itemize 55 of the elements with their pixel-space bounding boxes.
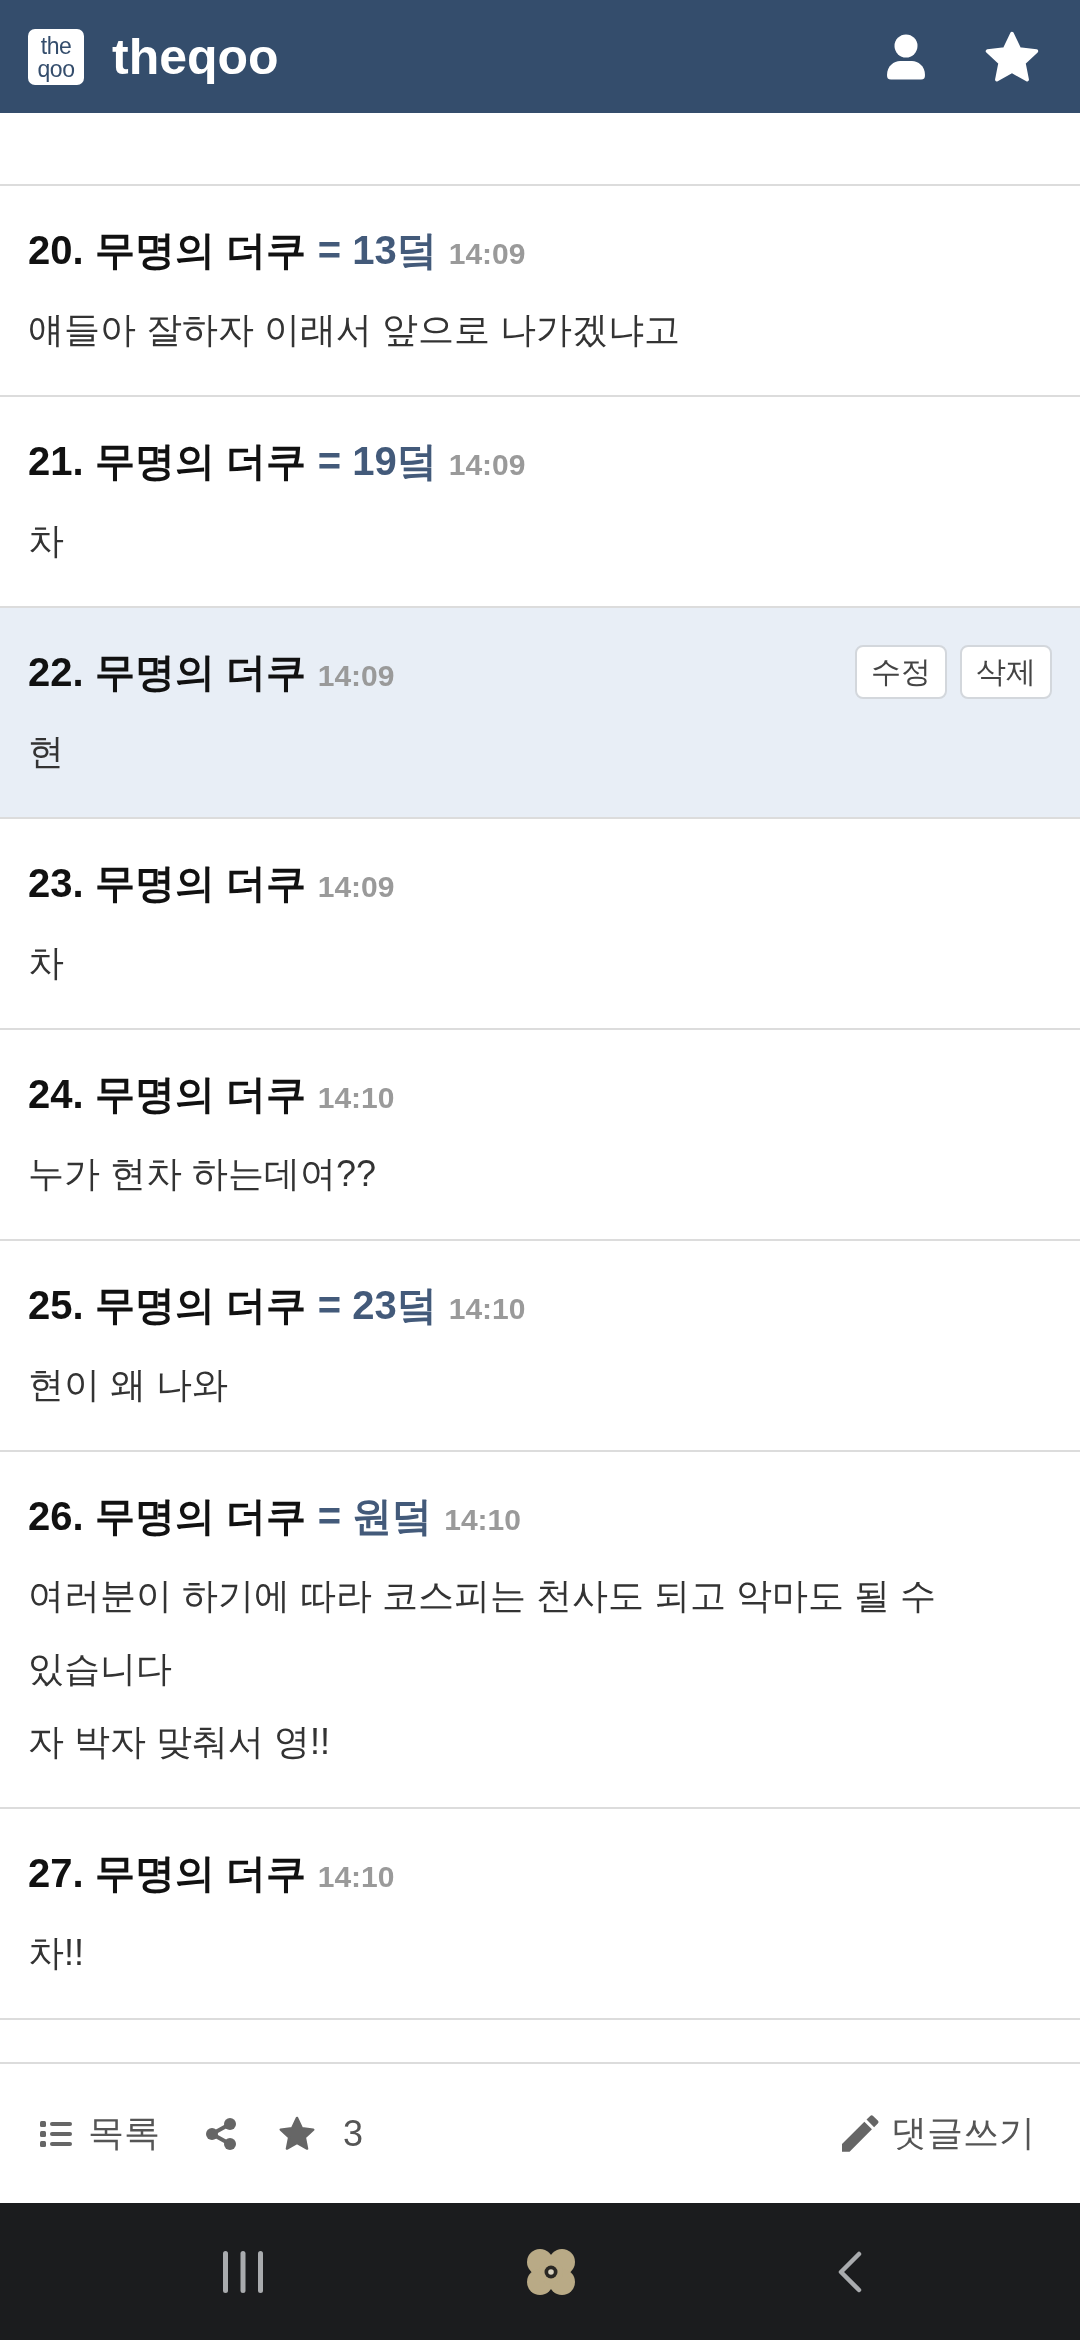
comment-number: 27. xyxy=(28,1850,84,1896)
comment-number: 23. xyxy=(28,860,84,906)
author-name: 무명의 더쿠 xyxy=(94,1849,306,1897)
list-button[interactable]: 목록 xyxy=(40,2109,160,2158)
comment-number: 21. xyxy=(28,438,84,484)
comment-text: 얘들아 잘하자 이래서 앞으로 나가겠냐고 xyxy=(28,308,681,352)
pencil-icon xyxy=(842,2115,879,2152)
comment-time: 14:09 xyxy=(317,869,395,904)
star-icon xyxy=(279,2116,315,2151)
comment-time: 14:10 xyxy=(317,1859,395,1894)
site-title[interactable]: theqoo xyxy=(112,26,279,87)
reply-reference[interactable]: = 23덬 xyxy=(317,1277,437,1333)
recent-apps-icon[interactable] xyxy=(223,2250,263,2293)
comment-text: 차 xyxy=(28,941,65,985)
author-name: 무명의 더쿠 xyxy=(94,648,306,696)
logo-text: qoo xyxy=(37,57,75,81)
author-name: 무명의 더쿠 xyxy=(94,226,306,274)
author-name: 무명의 더쿠 xyxy=(94,1281,306,1329)
comment-text: 현이 왜 나와 xyxy=(28,1363,229,1407)
comment-text: 현 xyxy=(28,730,65,774)
comment-time: 14:10 xyxy=(317,1080,395,1115)
comment-time: 14:09 xyxy=(448,447,526,482)
comment-number: 22. xyxy=(28,649,84,695)
author-name: 무명의 더쿠 xyxy=(94,437,306,485)
author-name: 무명의 더쿠 xyxy=(94,859,306,907)
comment-number: 25. xyxy=(28,1282,84,1328)
home-icon[interactable] xyxy=(524,2247,577,2296)
comment-text: 여러분이 하기에 따라 코스피는 천사도 되고 악마도 될 수 있습니다 xyxy=(28,1574,937,1691)
comment-text: 차!! xyxy=(28,1931,85,1975)
write-comment-button[interactable]: 댓글쓰기 xyxy=(842,2109,1035,2158)
comment-number: 20. xyxy=(28,227,84,273)
reply-reference[interactable]: = 19덬 xyxy=(317,433,437,489)
comment-text: 차 xyxy=(28,519,65,563)
comment-time: 14:09 xyxy=(317,658,395,693)
comment-number: 26. xyxy=(28,1493,84,1539)
back-icon[interactable] xyxy=(838,2250,862,2293)
comment-text: 자 박자 맞춰서 영!! xyxy=(28,1720,331,1764)
user-icon[interactable] xyxy=(886,33,926,80)
author-name: 무명의 더쿠 xyxy=(94,1070,306,1118)
edit-button[interactable]: 수정 xyxy=(855,645,947,699)
favorite-button[interactable]: 3 xyxy=(279,2112,364,2155)
list-icon xyxy=(40,2120,72,2147)
author-name: 무명의 더쿠 xyxy=(94,1492,306,1540)
comment-text: 누가 현차 하는데여?? xyxy=(28,1152,378,1196)
logo-text: the xyxy=(40,34,72,58)
delete-button[interactable]: 삭제 xyxy=(960,645,1052,699)
reply-reference[interactable]: = 13덬 xyxy=(317,222,437,278)
star-icon[interactable] xyxy=(985,30,1039,83)
comment-time: 14:10 xyxy=(444,1502,521,1537)
reply-reference[interactable]: = 원덬 xyxy=(317,1488,433,1544)
share-icon[interactable] xyxy=(205,2116,237,2151)
logo-badge[interactable]: the qoo xyxy=(28,28,84,85)
comment-time: 14:09 xyxy=(448,236,526,271)
comment-number: 24. xyxy=(28,1071,84,1117)
comment-time: 14:10 xyxy=(448,1291,526,1326)
